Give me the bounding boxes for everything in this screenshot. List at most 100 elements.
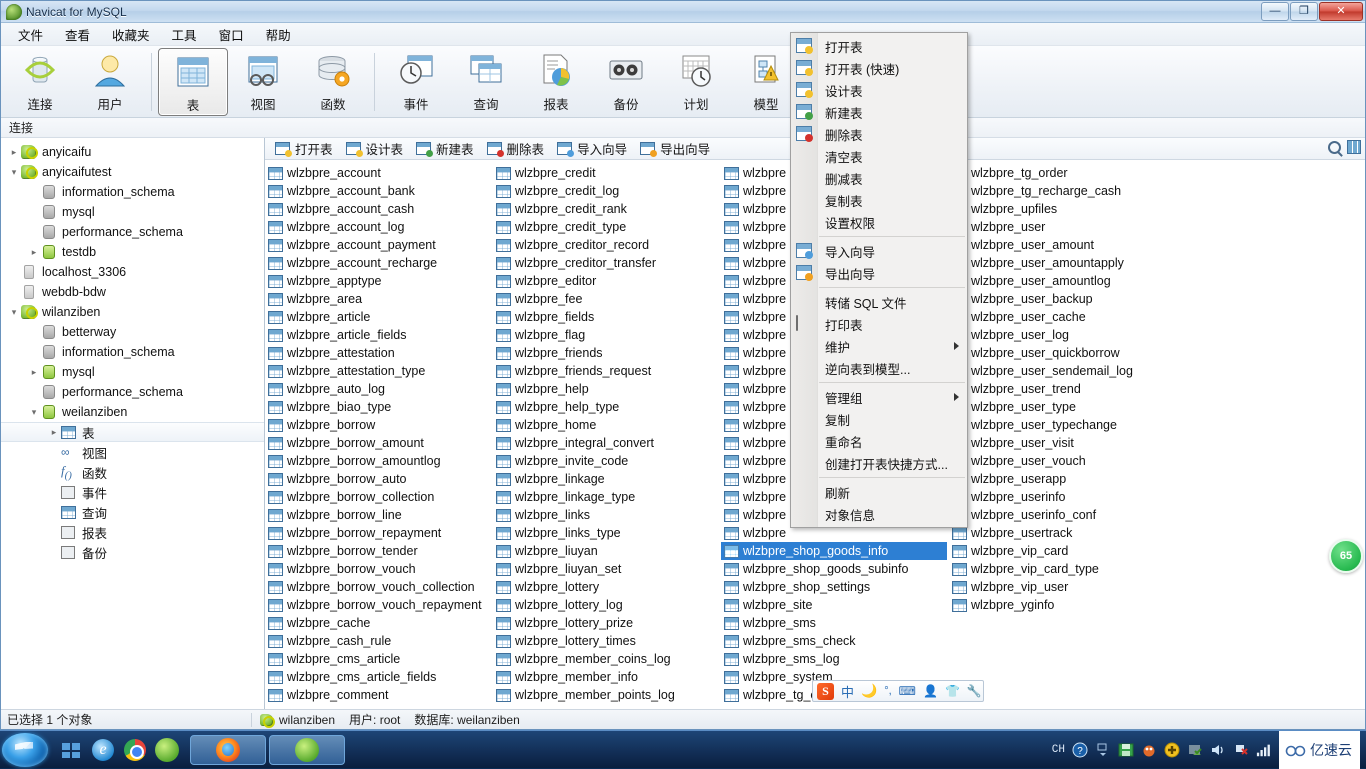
table-list-item[interactable]: wlzbpre_borrow_collection [265, 488, 491, 506]
table-list-item[interactable]: wlzbpre_attestation [265, 344, 491, 362]
table-list-item[interactable]: wlzbpre_linkage_type [493, 488, 719, 506]
table-list-item[interactable]: wlzbpre_member_info [493, 668, 719, 686]
menu-file[interactable]: 文件 [7, 22, 54, 47]
table-list-item[interactable]: wlzbpre_user_amountlog [949, 272, 1175, 290]
context-menu-item[interactable]: 创建打开表快捷方式... [791, 452, 967, 474]
context-menu-item[interactable]: 删减表 [791, 167, 967, 189]
table-list-item[interactable]: wlzbpre_cash_rule [265, 632, 491, 650]
context-menu-item[interactable]: 删除表 [791, 123, 967, 145]
table-list-item[interactable]: wlzbpre_help_type [493, 398, 719, 416]
context-menu-item[interactable]: 复制 [791, 408, 967, 430]
tree-item--[interactable]: ▸表 [1, 422, 264, 442]
table-list-item[interactable]: wlzbpre_area [265, 290, 491, 308]
table-list-item[interactable]: wlzbpre_comment [265, 686, 491, 704]
table-list-item[interactable]: wlzbpre_user_amount [949, 236, 1175, 254]
context-menu-item[interactable]: 逆向表到模型... [791, 357, 967, 379]
tree-item--[interactable]: 查询 [1, 502, 264, 522]
show-hidden-icons-icon[interactable] [1095, 742, 1111, 758]
table-list-item[interactable]: wlzbpre_borrow_line [265, 506, 491, 524]
maximize-button[interactable]: ❐ [1290, 2, 1318, 21]
table-list-item[interactable]: wlzbpre_friends [493, 344, 719, 362]
tree-item--[interactable]: 报表 [1, 522, 264, 542]
table-list-item[interactable]: wlzbpre_account_bank [265, 182, 491, 200]
context-menu-item[interactable]: 设置权限 [791, 211, 967, 233]
tree-item-webdb-bdw[interactable]: webdb-bdw [1, 282, 264, 302]
table-list-item[interactable]: wlzbpre_biao_type [265, 398, 491, 416]
table-list-item[interactable]: wlzbpre_yginfo [949, 596, 1175, 614]
context-menu-item[interactable]: 维护 [791, 335, 967, 357]
tree-twisty[interactable]: ▸ [47, 427, 61, 438]
table-list-item[interactable]: wlzbpre_borrow_vouch_repayment [265, 596, 491, 614]
table-list-item[interactable]: wlzbpre_user_amountapply [949, 254, 1175, 272]
table-list-item[interactable]: wlzbpre_userapp [949, 470, 1175, 488]
table-list-item[interactable]: wlzbpre_vip_card_type [949, 560, 1175, 578]
ime-toolbar[interactable]: S 中 🌙 °, ⌨ 👤 👕 🔧 [812, 680, 984, 702]
context-menu-item[interactable]: 设计表 [791, 79, 967, 101]
chrome-icon[interactable] [120, 735, 150, 765]
green-browser-icon[interactable] [152, 735, 182, 765]
table-list-item[interactable]: wlzbpre_home [493, 416, 719, 434]
tree-item-performance_schema[interactable]: performance_schema [1, 382, 264, 402]
table-list-item[interactable]: wlzbpre_invite_code [493, 452, 719, 470]
table-list-item[interactable]: wlzbpre_borrow_tender [265, 542, 491, 560]
table-list-item[interactable]: wlzbpre_sms [721, 614, 947, 632]
table-list-item[interactable]: wlzbpre_user_log [949, 326, 1175, 344]
taskbar-firefox-window[interactable] [190, 735, 266, 765]
table-list-item[interactable]: wlzbpre_apptype [265, 272, 491, 290]
table-list-item[interactable]: wlzbpre_site [721, 596, 947, 614]
keyboard-icon[interactable]: ⌨ [899, 684, 916, 698]
table-list-item[interactable]: wlzbpre_user_type [949, 398, 1175, 416]
table-list-item[interactable]: wlzbpre_liuyan_set [493, 560, 719, 578]
context-menu-item[interactable]: 打印表 [791, 313, 967, 335]
table-list-item[interactable]: wlzbpre_auto_log [265, 380, 491, 398]
table-list-item[interactable]: wlzbpre_borrow [265, 416, 491, 434]
update-icon[interactable] [1164, 742, 1180, 758]
tree-item--[interactable]: f()函数 [1, 462, 264, 482]
table-list-item[interactable]: wlzbpre_credit_log [493, 182, 719, 200]
context-menu-item[interactable]: 重命名 [791, 430, 967, 452]
table-list-item[interactable]: wlzbpre_user [949, 218, 1175, 236]
floating-score-badge[interactable]: 65 [1329, 539, 1363, 573]
tree-twisty[interactable]: ▾ [7, 167, 21, 178]
taskbar-navicat-window[interactable] [269, 735, 345, 765]
toolbar-report[interactable]: 报表 [521, 48, 591, 116]
search-icon[interactable] [1328, 141, 1341, 154]
action-import-wizard[interactable]: 导入向导 [553, 137, 634, 160]
table-list-item[interactable]: wlzbpre_lottery_times [493, 632, 719, 650]
table-list-item[interactable]: wlzbpre_vip_card [949, 542, 1175, 560]
navigation-tree[interactable]: ▸anyicaifu▾anyicaifutestinformation_sche… [1, 138, 265, 719]
action-new-table[interactable]: 新建表 [412, 137, 481, 160]
tree-item-weilanziben[interactable]: ▾weilanziben [1, 402, 264, 422]
table-list-item[interactable]: wlzbpre_editor [493, 272, 719, 290]
table-list-item[interactable]: wlzbpre_user_quickborrow [949, 344, 1175, 362]
toolbar-event[interactable]: 事件 [381, 48, 451, 116]
table-list-item[interactable]: wlzbpre_borrow_amountlog [265, 452, 491, 470]
table-list-item[interactable]: wlzbpre_member_coins_log [493, 650, 719, 668]
tree-twisty[interactable]: ▸ [27, 247, 41, 258]
menu-tools[interactable]: 工具 [161, 22, 208, 47]
table-list-item[interactable]: wlzbpre_flag [493, 326, 719, 344]
menu-favorites[interactable]: 收藏夹 [101, 22, 161, 47]
table-list-item[interactable]: wlzbpre_vip_user [949, 578, 1175, 596]
menu-window[interactable]: 窗口 [208, 22, 255, 47]
table-list-item[interactable]: wlzbpre_upfiles [949, 200, 1175, 218]
table-list-item[interactable]: wlzbpre_credit_type [493, 218, 719, 236]
toolbar-view[interactable]: 视图 [228, 48, 298, 116]
table-list-item[interactable]: wlzbpre_user_cache [949, 308, 1175, 326]
table-list-item[interactable]: wlzbpre_credit [493, 164, 719, 182]
tree-item-information_schema[interactable]: information_schema [1, 182, 264, 202]
table-list-item[interactable]: wlzbpre_cache [265, 614, 491, 632]
table-list-item[interactable]: wlzbpre_user_typechange [949, 416, 1175, 434]
menu-view[interactable]: 查看 [54, 22, 101, 47]
table-list-item[interactable]: wlzbpre_credit_rank [493, 200, 719, 218]
table-list-item[interactable]: wlzbpre_userinfo_conf [949, 506, 1175, 524]
moon-icon[interactable]: 🌙 [861, 683, 877, 699]
table-list-item[interactable]: wlzbpre_user_trend [949, 380, 1175, 398]
tree-twisty[interactable]: ▸ [27, 367, 41, 378]
tree-item-mysql[interactable]: ▸mysql [1, 362, 264, 382]
context-menu-item[interactable]: 管理组 [791, 386, 967, 408]
antivirus-icon[interactable] [1141, 742, 1157, 758]
tree-item-wilanziben[interactable]: ▾wilanziben [1, 302, 264, 322]
settings-icon[interactable]: 🔧 [967, 684, 982, 698]
table-list-item[interactable]: wlzbpre_creditor_record [493, 236, 719, 254]
